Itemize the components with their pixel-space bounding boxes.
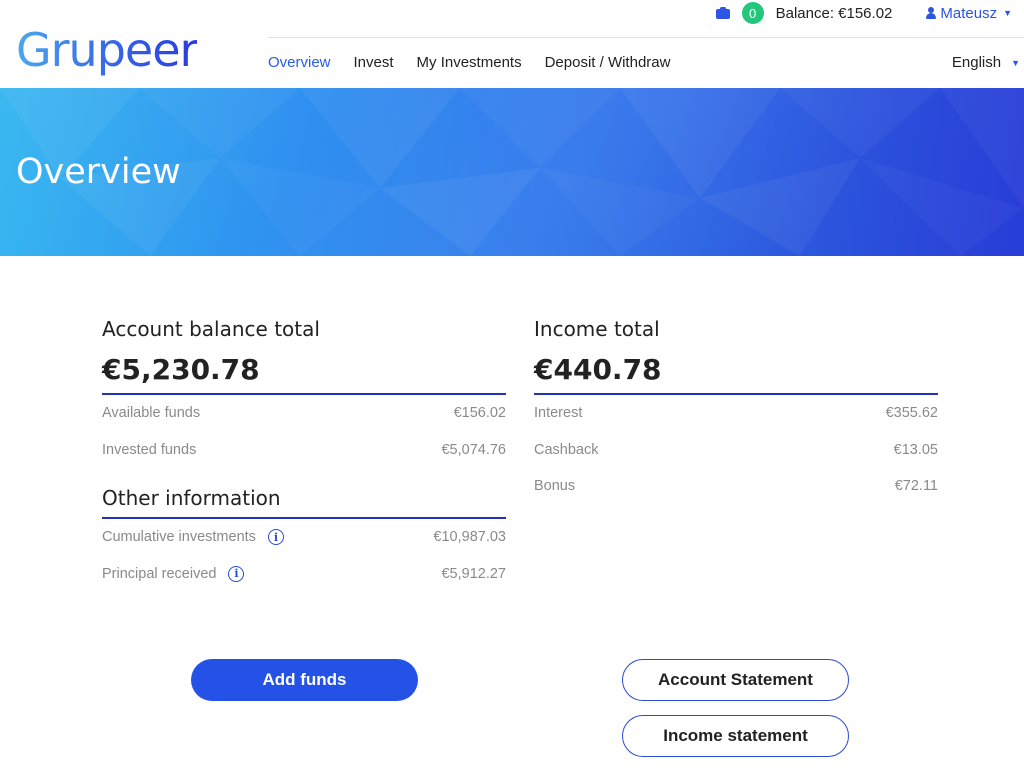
add-funds-button[interactable]: Add funds xyxy=(191,659,418,701)
list-item: Bonus €72.11 xyxy=(534,468,938,505)
nav-item-deposit-withdraw[interactable]: Deposit / Withdraw xyxy=(545,52,671,74)
list-item: Principal received i €5,912.27 xyxy=(102,556,506,593)
nav-divider xyxy=(268,37,1024,38)
income-section: Income total €440.78 Interest €355.62 Ca… xyxy=(534,316,938,505)
row-label-with-info: Principal received i xyxy=(102,565,245,582)
income-total: €440.78 xyxy=(534,353,938,395)
account-balance-total: €5,230.78 xyxy=(102,353,506,395)
row-value: €355.62 xyxy=(885,405,938,422)
row-value: €13.05 xyxy=(893,441,938,458)
row-label: Interest xyxy=(534,405,583,422)
list-item: Interest €355.62 xyxy=(534,395,938,432)
row-value: €72.11 xyxy=(894,478,938,495)
notification-count-badge[interactable]: 0 xyxy=(741,2,764,24)
income-title: Income total xyxy=(534,317,660,341)
row-label: Cumulative investments xyxy=(102,529,256,546)
grupeer-logo[interactable]: Grupeer xyxy=(16,24,198,76)
list-item: Cumulative investments i €10,987.03 xyxy=(102,519,506,556)
page-title: Overview xyxy=(16,152,181,192)
row-label-with-info: Cumulative investments i xyxy=(102,529,284,546)
user-menu[interactable]: Mateusz ▼ xyxy=(926,5,1012,22)
nav-item-invest[interactable]: Invest xyxy=(354,52,394,74)
main-nav: Overview Invest My Investments Deposit /… xyxy=(268,52,693,74)
top-bar: 0 Balance: €156.02 Mateusz ▼ xyxy=(715,0,1024,26)
row-label: Cashback xyxy=(534,441,599,458)
info-icon[interactable]: i xyxy=(228,565,245,582)
other-information-title: Other information xyxy=(102,485,506,519)
row-value: €5,912.27 xyxy=(441,565,506,582)
row-label: Invested funds xyxy=(102,441,197,458)
caret-down-icon: ▼ xyxy=(1011,58,1020,68)
page-banner: Overview xyxy=(0,88,1024,256)
row-value: €10,987.03 xyxy=(433,529,506,546)
list-item: Invested funds €5,074.76 xyxy=(102,432,506,469)
income-statement-button[interactable]: Income statement xyxy=(622,715,849,757)
user-icon xyxy=(926,7,937,19)
user-name: Mateusz xyxy=(940,4,998,22)
list-item: Available funds €156.02 xyxy=(102,395,506,432)
info-icon[interactable]: i xyxy=(267,529,284,546)
caret-down-icon: ▼ xyxy=(1003,8,1012,18)
balance-label: Balance: €156.02 xyxy=(775,4,893,22)
row-label: Principal received xyxy=(102,565,217,582)
language-label: English xyxy=(951,54,1002,71)
account-balance-title: Account balance total xyxy=(102,317,320,341)
row-label: Available funds xyxy=(102,405,201,422)
row-value: €5,074.76 xyxy=(441,441,506,458)
wallet-icon[interactable] xyxy=(715,7,730,19)
row-label: Bonus xyxy=(534,478,576,495)
account-statement-button[interactable]: Account Statement xyxy=(622,659,849,701)
row-value: €156.02 xyxy=(453,405,506,422)
language-selector[interactable]: English ▼ xyxy=(952,52,1020,74)
nav-item-overview[interactable]: Overview xyxy=(268,52,331,74)
list-item: Cashback €13.05 xyxy=(534,432,938,469)
header: Grupeer 0 Balance: €156.02 Mateusz ▼ Ove… xyxy=(0,0,1024,88)
nav-item-my-investments[interactable]: My Investments xyxy=(417,52,522,74)
account-balance-section: Account balance total €5,230.78 Availabl… xyxy=(102,316,506,592)
